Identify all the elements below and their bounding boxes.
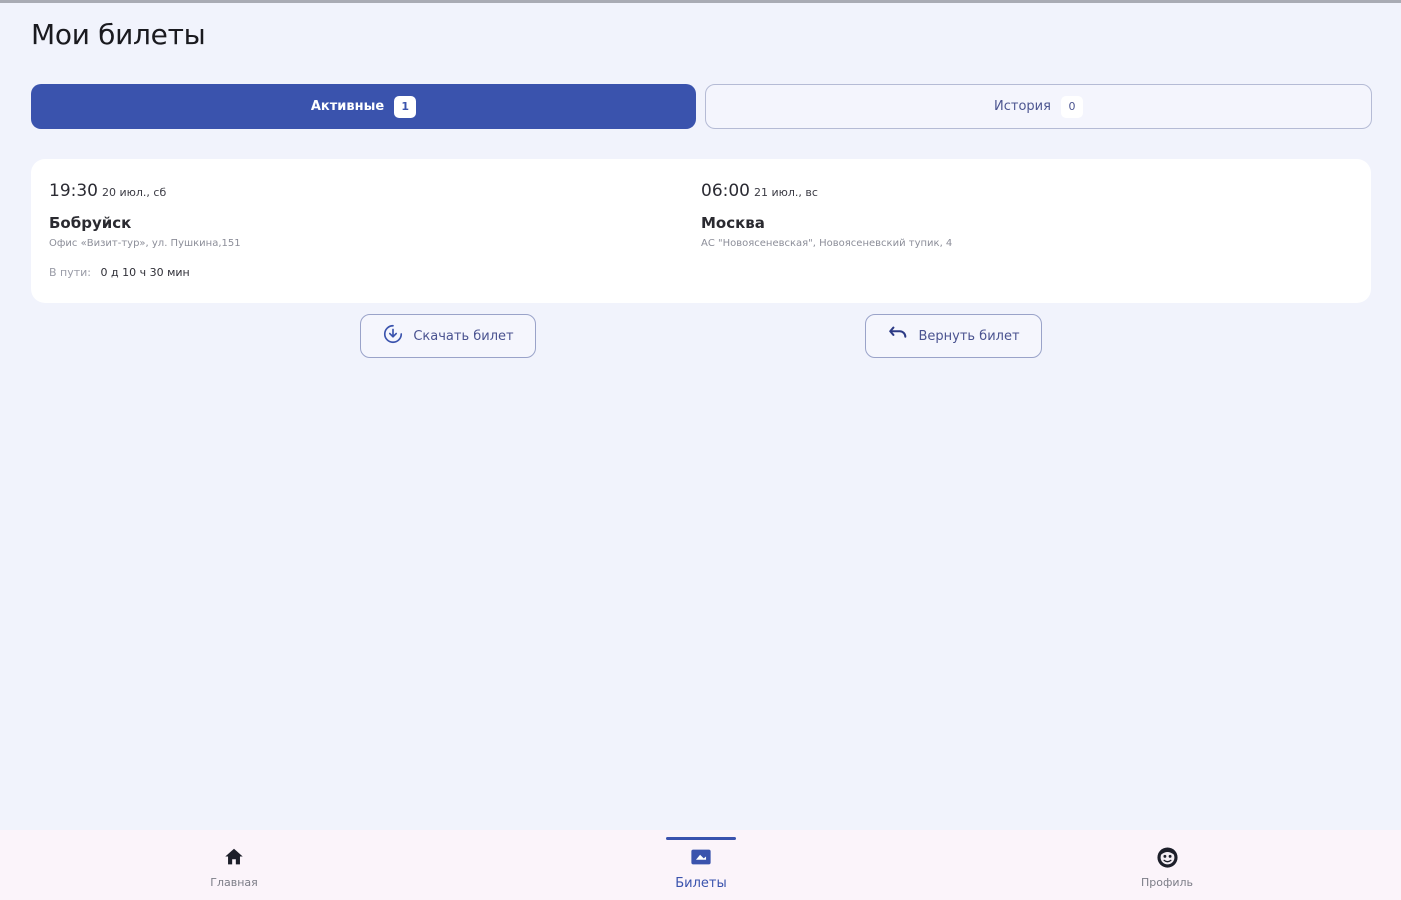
- departure-address: Офис «Визит-тур», ул. Пушкина,151: [49, 238, 241, 249]
- trip-duration: В пути: 0 д 10 ч 30 мин: [49, 266, 190, 279]
- undo-icon: [887, 323, 909, 349]
- trip-duration-value: 0 д 10 ч 30 мин: [100, 266, 190, 279]
- departure-date: 20 июл., сб: [102, 186, 167, 199]
- tab-history[interactable]: История 0: [705, 84, 1372, 129]
- ticket-card[interactable]: 19:30 20 июл., сб Бобруйск Офис «Визит-т…: [31, 159, 1371, 303]
- departure-city: Бобруйск: [49, 214, 132, 232]
- tab-history-label: История: [994, 99, 1051, 114]
- arrival-address: АС "Новоясеневская", Новоясеневский тупи…: [701, 238, 953, 249]
- nav-home-label: Главная: [210, 876, 258, 889]
- arrival-time: 06:00: [701, 181, 750, 201]
- nav-item-profile[interactable]: Профиль: [1097, 830, 1237, 900]
- top-divider: [0, 0, 1401, 3]
- nav-item-home[interactable]: Главная: [164, 830, 304, 900]
- tab-active-count-badge: 1: [394, 95, 417, 118]
- return-ticket-label: Вернуть билет: [918, 328, 1020, 344]
- download-circle-icon: [382, 323, 404, 349]
- arrival-date: 21 июл., вс: [754, 186, 818, 199]
- tab-active[interactable]: Активные 1: [31, 84, 696, 129]
- departure-datetime: 19:30 20 июл., сб: [49, 181, 166, 201]
- download-ticket-button[interactable]: Скачать билет: [360, 314, 536, 358]
- page-title: Мои билеты: [31, 18, 206, 51]
- ticket-icon: [689, 845, 713, 869]
- profile-face-icon: [1155, 845, 1179, 869]
- download-ticket-label: Скачать билет: [413, 328, 514, 344]
- arrival-datetime: 06:00 21 июл., вс: [701, 181, 818, 201]
- ticket-tabs: Активные 1 История 0: [31, 84, 1372, 129]
- nav-item-tickets[interactable]: Билеты: [631, 830, 771, 900]
- tab-history-count-badge: 0: [1060, 95, 1083, 118]
- return-ticket-button[interactable]: Вернуть билет: [865, 314, 1042, 358]
- home-icon: [222, 845, 246, 869]
- departure-time: 19:30: [49, 181, 98, 201]
- tab-active-label: Активные: [310, 99, 385, 114]
- bottom-navigation: Главная Билеты Профиль: [0, 830, 1401, 900]
- nav-tickets-label: Билеты: [675, 876, 727, 891]
- arrival-city: Москва: [701, 214, 765, 232]
- nav-profile-label: Профиль: [1140, 876, 1194, 889]
- nav-active-indicator: [666, 837, 736, 840]
- trip-duration-label: В пути:: [49, 266, 92, 279]
